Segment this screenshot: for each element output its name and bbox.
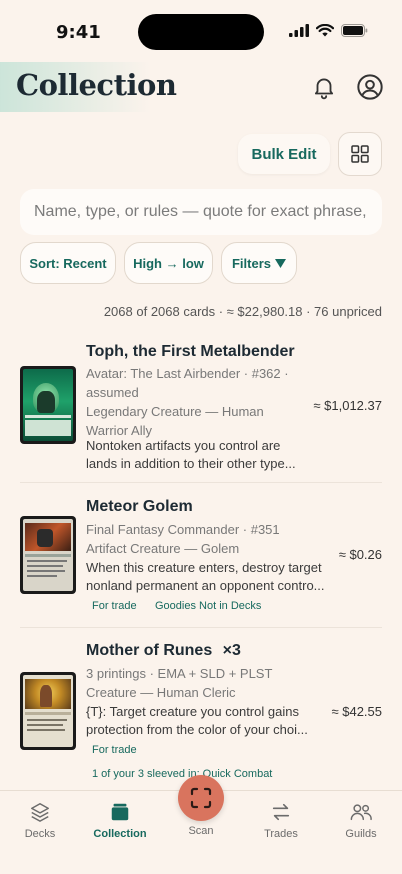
card-set-text: Avatar: The Last Airbender · #362 ·: [86, 366, 289, 381]
card-type-line: Legendary Creature — Human: [86, 404, 264, 419]
signal-icon: [289, 24, 309, 37]
card-set-line: 3 printings · EMA + SLD + PLST Creature …: [86, 664, 326, 702]
card-thumbnail[interactable]: [20, 366, 76, 444]
card-set-text-2: assumed: [86, 385, 139, 400]
card-type-line: Creature — Human Cleric: [86, 685, 236, 700]
battery-icon: [341, 24, 368, 37]
card-set-text: Final Fantasy Commander · #351: [86, 522, 280, 537]
collection-summary: 2068 of 2068 cards · ≈ $22,980.18 · 76 u…: [103, 304, 382, 319]
card-rules-text: When this creature enters, destroy targe…: [86, 559, 331, 595]
card-price: ≈ $1,012.37: [313, 398, 382, 413]
nav-decks-label: Decks: [24, 828, 56, 840]
bulk-edit-button[interactable]: Bulk Edit: [238, 134, 330, 174]
card-rules-line: Nontoken artifacts you control are: [86, 438, 281, 453]
deck-note[interactable]: 1 of your 3 sleeved in: Quick Combat: [92, 768, 272, 780]
card-thumbnail[interactable]: [20, 672, 76, 750]
card-rules-line: nonland permanent an opponent contro...: [86, 578, 325, 593]
status-bar: 9:41: [0, 0, 402, 60]
nav-trades-label: Trades: [264, 828, 298, 840]
card-type-line: Artifact Creature — Golem: [86, 541, 240, 556]
collection-icon: [111, 803, 129, 821]
card-rules-line: {T}: Target creature you control gains: [86, 704, 299, 719]
sort-chip-label: Sort: Recent: [29, 255, 107, 271]
nav-collection[interactable]: Collection: [85, 801, 155, 840]
grid-view-button[interactable]: [338, 132, 382, 176]
scan-button[interactable]: [178, 775, 224, 821]
divider: [20, 482, 382, 483]
card-art-toph: [23, 369, 73, 441]
layers-icon: [31, 803, 49, 822]
card-set-text: 3 printings · EMA + SLD + PLST: [86, 666, 273, 681]
card-rules-text: Nontoken artifacts you control are lands…: [86, 437, 311, 473]
bell-icon: [314, 78, 334, 100]
grid-icon: [351, 145, 369, 163]
card-name: Toph, the First Metalbender: [86, 343, 295, 360]
sort-chip[interactable]: Sort: Recent: [20, 242, 116, 284]
card-name-text: Mother of Runes: [86, 642, 213, 659]
filters-chip-label: Filters: [231, 255, 271, 271]
swap-icon: [272, 803, 290, 821]
status-time: 9:41: [56, 22, 101, 43]
search-input[interactable]: [20, 189, 382, 235]
notifications-button[interactable]: [311, 74, 337, 100]
dynamic-island: [138, 14, 264, 50]
nav-trades[interactable]: Trades: [246, 801, 316, 840]
caret-down-icon: [275, 258, 286, 268]
card-price: ≈ $42.55: [331, 704, 382, 719]
tag-for-trade[interactable]: For trade: [92, 600, 137, 612]
card-rules-text: {T}: Target creature you control gains p…: [86, 703, 326, 739]
scan-icon: [190, 787, 212, 809]
order-chip[interactable]: High → low: [124, 242, 213, 284]
card-thumbnail[interactable]: [20, 516, 76, 594]
card-name: Meteor Golem: [86, 498, 193, 515]
profile-button[interactable]: [356, 73, 384, 101]
nav-guilds[interactable]: Guilds: [326, 801, 396, 840]
card-art-meteor-golem: [23, 519, 73, 591]
nav-guilds-label: Guilds: [345, 828, 377, 840]
card-quantity: ×3: [222, 642, 241, 659]
card-name: Mother of Runes ×3: [86, 642, 241, 660]
filters-chip[interactable]: Filters: [221, 242, 297, 284]
wifi-icon: [316, 24, 334, 37]
card-set-line: Final Fantasy Commander · #351 Artifact …: [86, 520, 291, 558]
users-icon: [350, 804, 372, 821]
tag-goodies[interactable]: Goodies Not in Decks: [155, 600, 261, 612]
card-art-mother-of-runes: [23, 675, 73, 747]
card-rules-line: protection from the color of your choi..…: [86, 722, 308, 737]
card-rules-line: When this creature enters, destroy targe…: [86, 560, 322, 575]
nav-decks[interactable]: Decks: [5, 801, 75, 840]
user-circle-icon: [357, 74, 383, 100]
card-set-line: Avatar: The Last Airbender · #362 · assu…: [86, 364, 291, 440]
divider: [20, 627, 382, 628]
page-title: Collection: [16, 68, 177, 102]
order-chip-label: High → low: [133, 255, 204, 271]
status-icons: [289, 24, 368, 37]
card-rules-line: lands in addition to their other type...: [86, 456, 296, 471]
nav-collection-label: Collection: [93, 828, 147, 840]
scan-label: Scan: [188, 825, 214, 837]
card-price: ≈ $0.26: [338, 547, 382, 562]
tag-for-trade[interactable]: For trade: [92, 744, 137, 756]
